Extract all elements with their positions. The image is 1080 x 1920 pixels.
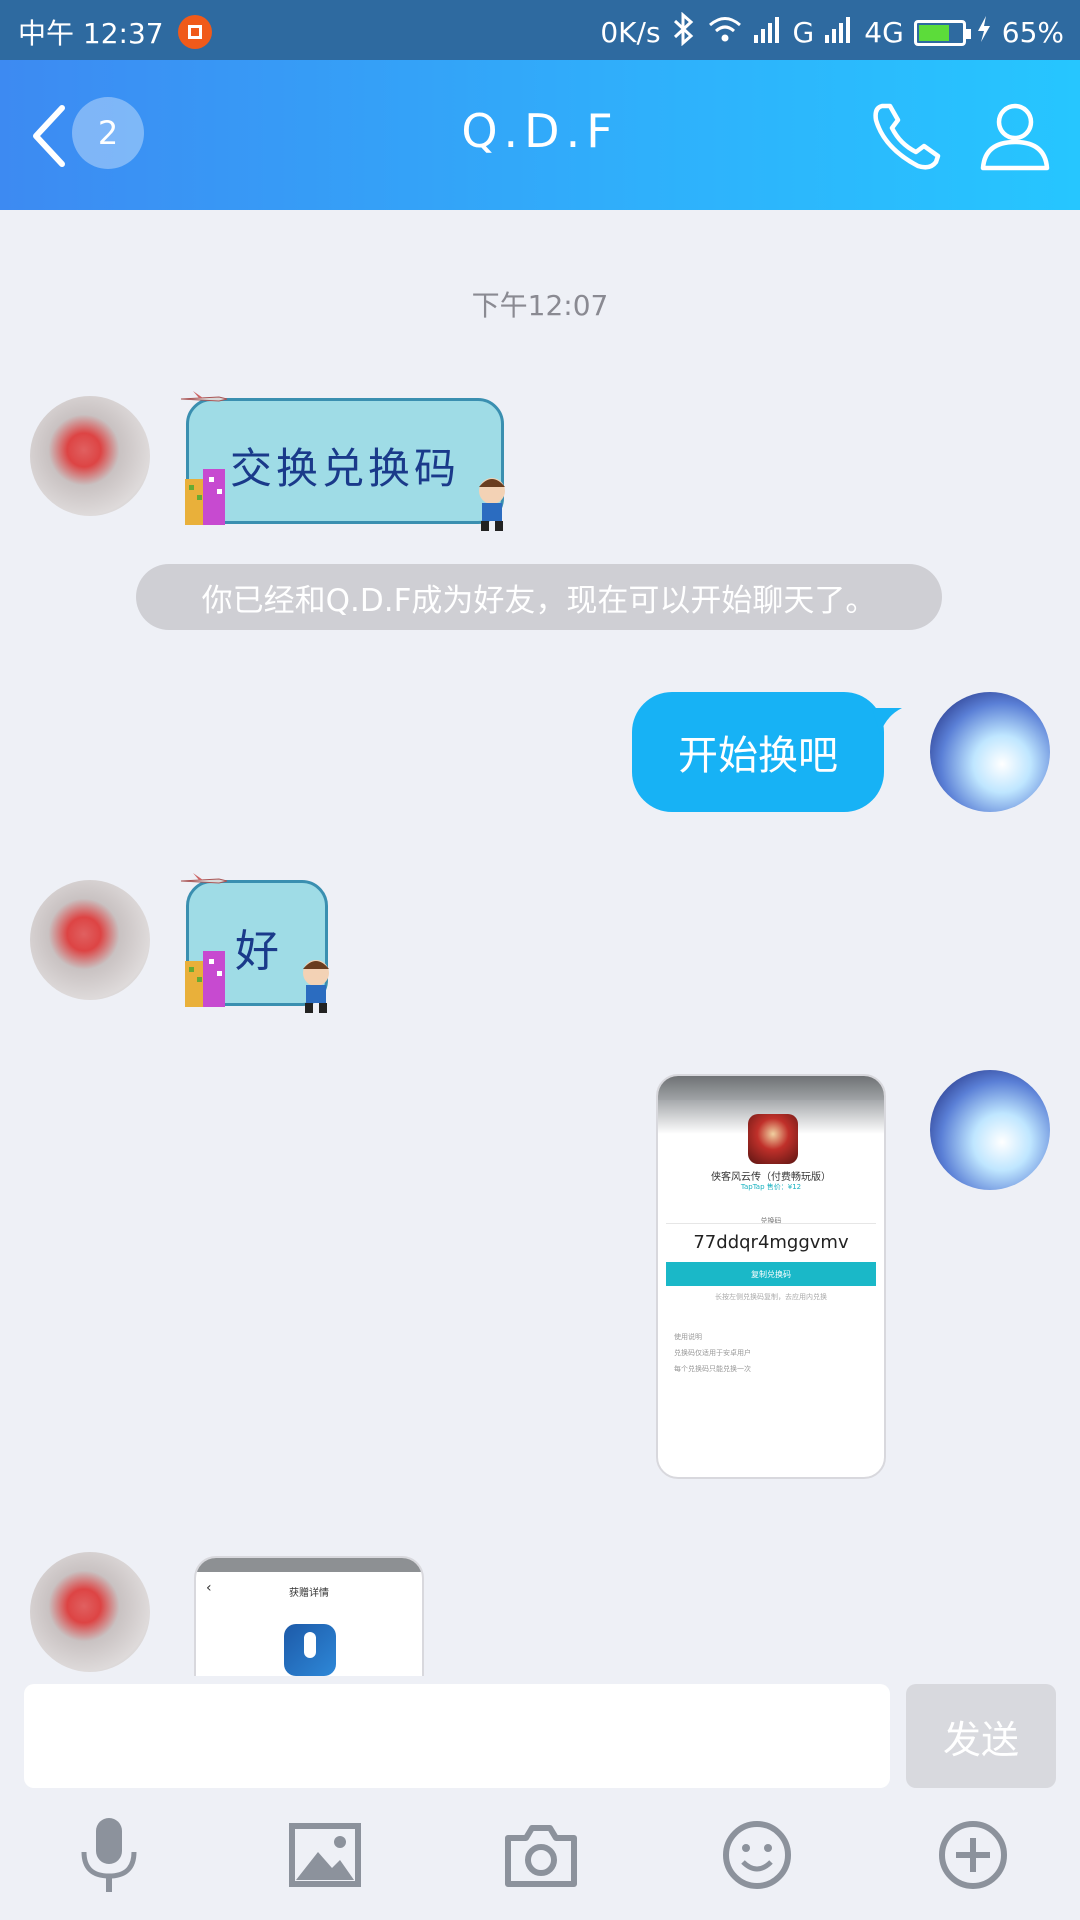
image-header: 获赠详情 — [289, 1588, 329, 1599]
rule-item: 兑换码仅适用于安卓用户 — [674, 1349, 751, 1357]
net-speed: 0K/s — [600, 16, 661, 49]
system-message: 你已经和Q.D.F成为好友，现在可以开始聊天了。 — [136, 564, 942, 630]
emoji-button[interactable] — [712, 1810, 802, 1900]
image-status-bar — [196, 1558, 422, 1572]
send-button[interactable]: 发送 — [906, 1684, 1056, 1788]
image-icon — [289, 1823, 361, 1887]
microphone-icon — [81, 1818, 137, 1892]
airplane-icon — [180, 391, 228, 402]
building-icon — [185, 951, 225, 1007]
friend-avatar[interactable] — [30, 1552, 150, 1672]
image-message[interactable]: 侠客风云传（付费畅玩版） TapTap 售价：¥12 兑换码 77ddqr4mg… — [656, 1074, 886, 1479]
status-time: 中午 12:37 — [18, 17, 164, 50]
cartoon-boy-icon — [479, 478, 505, 531]
game-icon — [748, 1114, 798, 1164]
battery-icon — [913, 19, 971, 46]
signal-icon — [753, 15, 783, 50]
signal-icon — [824, 15, 854, 50]
sticker-message[interactable]: 交换兑换码 — [180, 391, 505, 531]
bluetooth-icon — [671, 11, 697, 53]
chat-header: 2 Q.D.F — [0, 60, 1080, 210]
input-toolbar — [0, 1810, 1080, 1920]
charging-icon — [976, 15, 992, 50]
battery-percent: 65% — [1001, 16, 1064, 49]
status-bar: 中午 12:37 0K/s G 4G 65% — [0, 0, 1080, 60]
app-icon — [284, 1624, 336, 1676]
rule-item: 每个兑换码只能兑换一次 — [674, 1365, 751, 1373]
signal-type-2: 4G — [864, 16, 904, 49]
friend-avatar[interactable] — [30, 880, 150, 1000]
game-price: TapTap 售价：¥12 — [740, 1183, 802, 1191]
phone-icon — [873, 103, 941, 170]
profile-button[interactable] — [975, 96, 1055, 176]
code-tip: 长按左侧兑换码复制，去应用内兑换 — [715, 1293, 827, 1301]
divider — [666, 1223, 876, 1224]
smiley-icon — [723, 1821, 791, 1889]
my-avatar[interactable] — [930, 692, 1050, 812]
sticker-message[interactable]: 好 — [180, 873, 329, 1013]
redemption-code: 77ddqr4mggvmv — [693, 1232, 849, 1253]
bubble-tail — [872, 708, 902, 734]
screenshot-notification-icon — [177, 15, 212, 49]
message-input[interactable] — [24, 1684, 890, 1788]
image-message[interactable]: ‹ 获赠详情 — [194, 1556, 424, 1676]
my-message-bubble[interactable]: 开始换吧 — [632, 692, 884, 812]
rules-title: 使用说明 — [674, 1333, 702, 1341]
gallery-button[interactable] — [280, 1810, 370, 1900]
signal-type-1: G — [792, 16, 815, 49]
camera-icon — [505, 1825, 577, 1887]
message-timestamp: 下午12:07 — [471, 289, 609, 322]
image-status-bar — [658, 1076, 884, 1100]
voice-input-button[interactable] — [64, 1810, 154, 1900]
building-icon — [185, 469, 225, 525]
more-button[interactable] — [928, 1810, 1018, 1900]
sticker-text: 交换兑换码 — [229, 444, 460, 493]
camera-button[interactable] — [496, 1810, 586, 1900]
wifi-icon — [707, 14, 743, 51]
cartoon-boy-icon — [303, 960, 329, 1013]
code-label: 兑换码 — [760, 1217, 782, 1225]
copy-code-button: 复制兑换码 — [666, 1262, 876, 1286]
game-name: 侠客风云传（付费畅玩版） — [711, 1172, 831, 1183]
voice-call-button[interactable] — [868, 96, 948, 176]
airplane-icon — [180, 873, 228, 884]
person-icon — [980, 103, 1050, 171]
my-avatar[interactable] — [930, 1070, 1050, 1190]
friend-avatar[interactable] — [30, 396, 150, 516]
plus-circle-icon — [939, 1821, 1007, 1889]
